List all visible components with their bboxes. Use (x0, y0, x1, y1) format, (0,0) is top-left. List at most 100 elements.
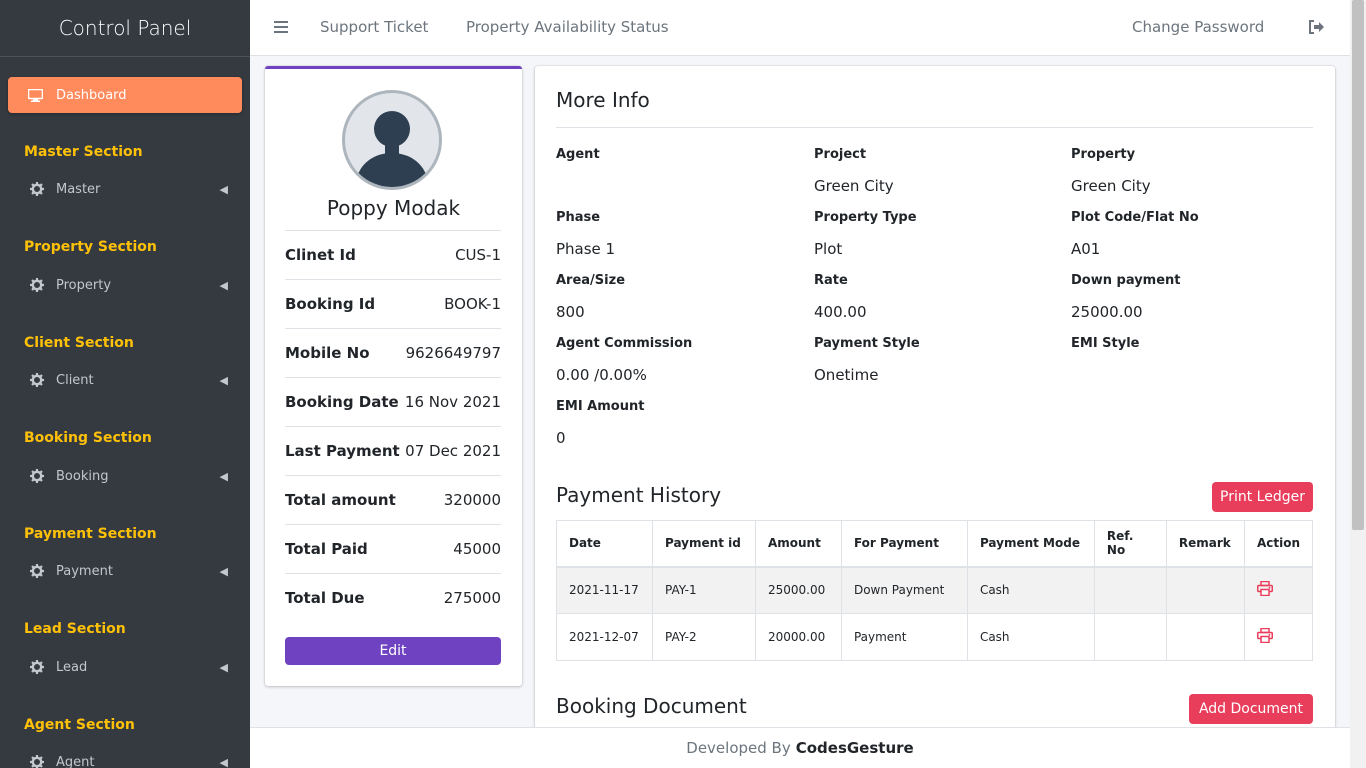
row-value: 07 Dec 2021 (405, 442, 501, 460)
profile-row: Booking Id BOOK-1 (285, 279, 501, 328)
profile-row: Booking Date 16 Nov 2021 (285, 377, 501, 426)
chevron-left-icon: ◀ (219, 183, 228, 196)
row-label: Clinet Id (285, 246, 356, 264)
vertical-scrollbar[interactable] (1350, 0, 1366, 768)
field-label: Payment Style (814, 336, 920, 351)
field-label: Property (1071, 147, 1136, 162)
table-cell (1093, 613, 1167, 661)
sidebar-section-header: Agent Section (24, 717, 135, 733)
footer-company[interactable]: CodesGesture (796, 739, 914, 757)
column-header: Ref. No (1093, 520, 1167, 568)
table-row: 2021-11-17 PAY-1 25000.00 Down Payment C… (556, 566, 1314, 614)
print-ledger-button[interactable]: Print Ledger (1212, 482, 1313, 512)
column-header: Payment Mode (966, 520, 1095, 568)
sidebar-item-label: Agent (56, 754, 95, 768)
info-field: EMI Amount 0 (556, 399, 796, 449)
monitor-icon (28, 88, 44, 102)
action-cell (1243, 566, 1314, 614)
table-cell: Down Payment (840, 566, 968, 614)
field-value: Green City (1071, 177, 1151, 195)
column-header: Remark (1165, 520, 1245, 568)
table-cell: Payment (840, 613, 968, 661)
change-password-link[interactable]: Change Password (1132, 18, 1264, 36)
table-cell (1093, 566, 1167, 614)
chevron-left-icon: ◀ (219, 661, 228, 674)
sidebar-item-property[interactable]: Property ◀ (8, 268, 242, 302)
table-cell: 2021-12-07 (556, 613, 653, 661)
column-header: For Payment (840, 520, 968, 568)
field-label: Plot Code/Flat No (1071, 210, 1199, 225)
sidebar: Control Panel Dashboard Master Section M… (0, 0, 250, 768)
row-label: Booking Id (285, 295, 376, 313)
hamburger-menu-icon[interactable] (274, 19, 288, 38)
field-value: 800 (556, 303, 585, 321)
sidebar-section-header: Booking Section (24, 430, 152, 446)
table-cell: 2021-11-17 (556, 566, 653, 614)
info-field: Property Green City (1071, 147, 1311, 197)
sidebar-item-label: Master (56, 181, 101, 197)
info-field: Property Type Plot (814, 210, 1054, 260)
footer: Developed By CodesGesture (250, 727, 1350, 768)
chevron-left-icon: ◀ (219, 279, 228, 292)
info-field: Rate 400.00 (814, 273, 1054, 323)
info-field: Area/Size 800 (556, 273, 796, 323)
gear-icon (30, 278, 44, 292)
row-value: 45000 (453, 540, 501, 558)
field-label: Agent (556, 147, 600, 162)
column-header: Payment id (651, 520, 756, 568)
brand-title[interactable]: Control Panel (0, 0, 250, 57)
chevron-left-icon: ◀ (219, 374, 228, 387)
gear-icon (30, 755, 44, 768)
logout-icon[interactable] (1308, 19, 1324, 38)
print-icon[interactable] (1256, 581, 1273, 597)
top-navbar: Support Ticket Property Availability Sta… (250, 0, 1350, 56)
support-ticket-link[interactable]: Support Ticket (320, 18, 428, 36)
gear-icon (30, 660, 44, 674)
table-cell: Cash (966, 566, 1095, 614)
field-label: EMI Style (1071, 336, 1140, 351)
sidebar-item-client[interactable]: Client ◀ (8, 363, 242, 397)
property-availability-link[interactable]: Property Availability Status (466, 18, 669, 36)
table-row: 2021-12-07 PAY-2 20000.00 Payment Cash (556, 613, 1314, 661)
field-value: Phase 1 (556, 240, 616, 258)
info-field: Agent (556, 147, 796, 197)
field-value: Plot (814, 240, 843, 258)
add-document-button[interactable]: Add Document (1189, 694, 1313, 724)
table-header-row: Date Payment id Amount For Payment Payme… (556, 520, 1314, 568)
field-value: A01 (1071, 240, 1101, 258)
gear-icon (30, 564, 44, 578)
field-label: Agent Commission (556, 336, 693, 351)
info-field: Project Green City (814, 147, 1054, 197)
info-field: Phase Phase 1 (556, 210, 796, 260)
profile-row: Last Payment 07 Dec 2021 (285, 426, 501, 475)
more-info-title: More Info (556, 88, 650, 112)
divider (556, 127, 1313, 128)
field-label: Down payment (1071, 273, 1181, 288)
table-cell: Cash (966, 613, 1095, 661)
gear-icon (30, 469, 44, 483)
row-label: Mobile No (285, 344, 370, 362)
row-label: Booking Date (285, 393, 399, 411)
scrollbar-thumb[interactable] (1352, 0, 1364, 530)
print-icon[interactable] (1256, 628, 1273, 643)
row-label: Total amount (285, 491, 396, 509)
sidebar-section-header: Payment Section (24, 526, 157, 542)
sidebar-item-label: Dashboard (56, 87, 127, 103)
row-value: CUS-1 (455, 246, 501, 264)
info-field: Agent Commission 0.00 /0.00% (556, 336, 796, 386)
edit-button[interactable]: Edit (285, 637, 501, 665)
row-label: Total Due (285, 589, 365, 607)
footer-prefix: Developed By (686, 739, 791, 757)
field-value: Green City (814, 177, 894, 195)
sidebar-item-lead[interactable]: Lead ◀ (8, 650, 242, 684)
gear-icon (30, 182, 44, 196)
sidebar-item-label: Property (56, 277, 112, 293)
field-value (1071, 366, 1311, 386)
sidebar-section-header: Master Section (24, 144, 143, 160)
sidebar-item-master[interactable]: Master ◀ (8, 172, 242, 206)
sidebar-item-agent[interactable]: Agent ◀ (8, 745, 242, 768)
sidebar-item-dashboard[interactable]: Dashboard (8, 77, 242, 113)
chevron-left-icon: ◀ (219, 565, 228, 578)
sidebar-item-booking[interactable]: Booking ◀ (8, 459, 242, 493)
sidebar-item-payment[interactable]: Payment ◀ (8, 554, 242, 588)
